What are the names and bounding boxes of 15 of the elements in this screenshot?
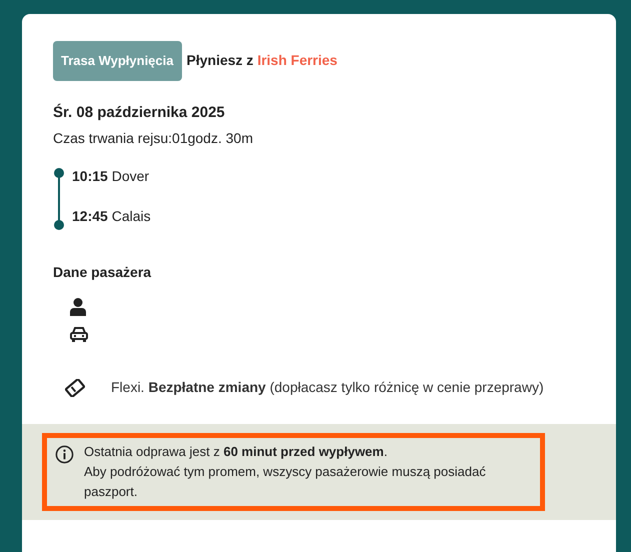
- date-text: Śr. 08 października 2025: [53, 102, 226, 122]
- route-badge: Trasa Wypłynięcia: [53, 41, 182, 80]
- info-icon: [55, 445, 74, 464]
- route-line-icon: [53, 168, 65, 230]
- notice-text: Aby podróżować tym promem, wszyscy pasażerowie muszą posiadać paszport.: [84, 463, 487, 501]
- fare-text: Flexi. Bezpłatne zmiany (dopłacasz tylko różnicę w cenie przeprawy): [111, 378, 544, 397]
- notice-text: Ostatnia odprawa jest z 60 minut przed wypływem.: [84, 443, 388, 461]
- person-icon: [70, 298, 86, 316]
- car-icon: [70, 326, 88, 342]
- stop-text: 12:45 Calais: [72, 207, 151, 226]
- ticket-icon: [65, 378, 85, 396]
- section-heading: Dane pasażera: [53, 263, 152, 282]
- stop-text: 10:15 Dover: [72, 167, 150, 186]
- duration-text: Czas trwania rejsu:01godz. 30m: [53, 129, 254, 148]
- operator-text: Płyniesz z Irish Ferries: [186, 51, 338, 70]
